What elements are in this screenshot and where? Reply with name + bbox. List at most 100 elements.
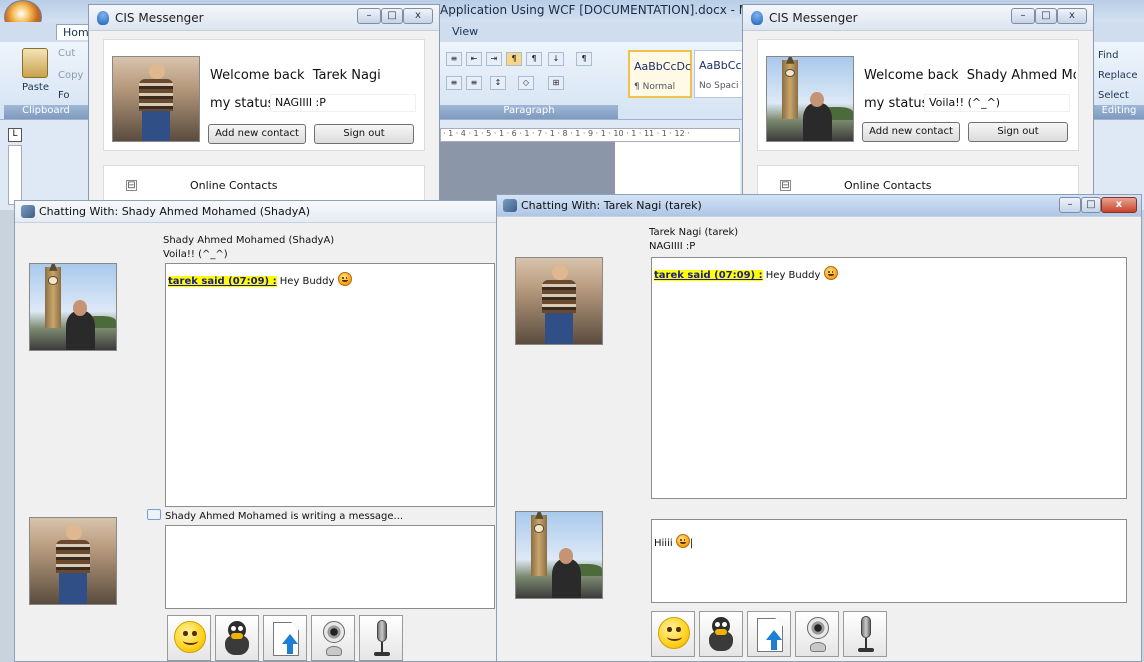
chat-titlebar-left: Chatting With: Shady Ahmed Mohamed (Shad… — [15, 201, 501, 223]
maximize-button[interactable]: □ — [1081, 197, 1101, 213]
user-avatar-right — [766, 56, 854, 142]
smiley-emoticon-icon — [337, 272, 352, 286]
microphone-icon — [861, 616, 871, 638]
peer-name: Shady Ahmed Mohamed (ShadyA) — [163, 235, 335, 246]
send-file-button[interactable] — [747, 611, 791, 657]
microphone-button[interactable] — [359, 615, 403, 661]
select-button[interactable]: Select — [1098, 90, 1129, 101]
style-normal-name: ¶ Normal — [634, 82, 676, 92]
welcome-text: Welcome back — [210, 68, 305, 83]
peer-status: Voila!! (^_^) — [163, 249, 228, 260]
messenger-icon — [97, 11, 109, 25]
send-file-button[interactable] — [263, 615, 307, 661]
message-sender: tarek said (07:09) : — [168, 276, 277, 287]
chat-message: tarek said (07:09) : Hey Buddy — [654, 264, 838, 281]
maximize-button[interactable]: □ — [1035, 8, 1057, 24]
tab-view[interactable]: View — [452, 25, 478, 38]
shading-icon[interactable]: ◇ — [518, 76, 534, 90]
chat-history[interactable]: tarek said (07:09) : Hey Buddy — [651, 257, 1127, 499]
cis-titlebar-left: CIS Messenger – □ x — [89, 5, 439, 31]
minimize-button[interactable]: – — [1011, 8, 1035, 24]
close-button[interactable]: x — [1101, 197, 1137, 213]
find-button[interactable]: Find — [1098, 50, 1119, 61]
copy-button[interactable]: Copy — [58, 70, 83, 81]
line-spacing-icon[interactable]: ↕ — [490, 76, 506, 90]
vertical-ruler — [8, 145, 22, 205]
minimize-button[interactable]: – — [357, 8, 381, 24]
cut-button[interactable]: Cut — [58, 48, 75, 59]
status-input[interactable]: Voila!! (^_^) — [924, 94, 1070, 112]
smiley-emoticon-icon — [823, 266, 838, 280]
cis-messenger-window-left: CIS Messenger – □ x Welcome back Tarek N… — [88, 4, 440, 210]
webcam-button[interactable] — [311, 615, 355, 661]
my-avatar — [29, 517, 117, 605]
paragraph-group-label: Paragraph — [440, 105, 618, 119]
sort-icon[interactable]: ↓ — [548, 52, 564, 66]
cis-title-right: CIS Messenger — [769, 11, 858, 25]
format-painter-button[interactable]: Fo — [58, 90, 70, 101]
replace-button[interactable]: Replace — [1098, 70, 1138, 81]
maximize-button[interactable]: □ — [381, 8, 403, 24]
emoticon-button[interactable] — [167, 615, 211, 661]
indent-icon[interactable]: ⇤ — [466, 52, 482, 66]
chat-window-left: Chatting With: Shady Ahmed Mohamed (Shad… — [14, 200, 502, 662]
chat-title-right: Chatting With: Tarek Nagi (tarek) — [521, 199, 702, 212]
minimize-button[interactable]: – — [1059, 197, 1081, 213]
welcome-label: Welcome back Shady Ahmed Mohamed — [864, 68, 1076, 83]
status-label: my status — [864, 96, 929, 111]
online-contacts-header[interactable]: Online Contacts — [844, 179, 932, 192]
justify-icon[interactable]: ≡ — [446, 76, 462, 90]
user-avatar-left — [112, 56, 200, 142]
message-text: Hey Buddy — [765, 270, 821, 281]
online-contacts-header[interactable]: Online Contacts — [190, 179, 278, 192]
microphone-button[interactable] — [843, 611, 887, 657]
profile-panel-left: Welcome back Tarek Nagi my status NAGIII… — [103, 39, 425, 151]
pilcrow-icon[interactable]: ¶ — [576, 52, 592, 66]
buddy-button[interactable] — [699, 611, 743, 657]
user-name: Tarek Nagi — [312, 68, 381, 83]
user-name: Shady Ahmed Mohamed — [966, 68, 1076, 83]
message-sender: tarek said (07:09) : — [654, 270, 763, 281]
collapse-icon[interactable]: ⊟ — [780, 180, 791, 191]
message-compose-input[interactable] — [165, 525, 495, 609]
close-button[interactable]: x — [403, 8, 433, 24]
upload-arrow-icon — [766, 630, 782, 640]
status-input[interactable]: NAGIIII :P — [270, 94, 416, 112]
align-icon[interactable]: ≡ — [466, 76, 482, 90]
sign-out-button[interactable]: Sign out — [968, 122, 1068, 142]
typing-icon — [147, 509, 161, 520]
upload-arrow-icon — [282, 634, 298, 644]
rtl-icon[interactable]: ¶ — [526, 52, 542, 66]
style-normal[interactable]: AaBbCcDc ¶ Normal — [628, 50, 692, 98]
status-label: my status — [210, 96, 275, 111]
smiley-icon — [658, 617, 690, 649]
close-button[interactable]: x — [1057, 8, 1087, 24]
welcome-label: Welcome back Tarek Nagi — [210, 68, 381, 83]
typing-notice: Shady Ahmed Mohamed is writing a message… — [165, 511, 404, 522]
paste-button[interactable]: Paste — [22, 82, 49, 93]
chat-icon — [21, 205, 35, 218]
ltr-icon[interactable]: ¶ — [506, 52, 522, 66]
my-avatar — [515, 511, 603, 599]
paste-icon[interactable] — [22, 48, 48, 78]
buddy-icon — [225, 621, 249, 655]
list-icon[interactable]: ≡ — [446, 52, 462, 66]
webcam-button[interactable] — [795, 611, 839, 657]
chat-history[interactable]: tarek said (07:09) : Hey Buddy — [165, 263, 495, 507]
message-compose-input[interactable]: Hiiii | — [651, 519, 1127, 603]
tab-selector[interactable]: L — [8, 128, 22, 142]
peer-avatar — [515, 257, 603, 345]
borders-icon[interactable]: ⊞ — [548, 76, 564, 90]
emoticon-button[interactable] — [651, 611, 695, 657]
buddy-button[interactable] — [215, 615, 259, 661]
sign-out-button[interactable]: Sign out — [314, 124, 414, 144]
chat-title-left: Chatting With: Shady Ahmed Mohamed (Shad… — [39, 205, 311, 218]
message-text: Hey Buddy — [279, 276, 335, 287]
cis-title-left: CIS Messenger — [115, 11, 204, 25]
peer-avatar — [29, 263, 117, 351]
collapse-icon[interactable]: ⊟ — [126, 180, 137, 191]
add-contact-button[interactable]: Add new contact — [208, 124, 306, 144]
outdent-icon[interactable]: ⇥ — [486, 52, 502, 66]
chat-window-right: Chatting With: Tarek Nagi (tarek) – □ x … — [496, 194, 1142, 662]
add-contact-button[interactable]: Add new contact — [862, 122, 960, 142]
